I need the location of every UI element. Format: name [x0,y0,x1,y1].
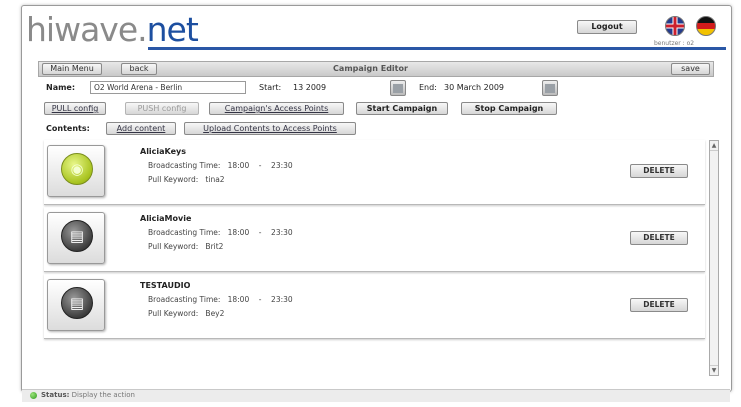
film-disc: ▤ [61,287,93,319]
pull-config-button[interactable]: PULL config [44,102,106,115]
delete-button[interactable]: DELETE [630,231,688,245]
logo-text-net: net [146,10,199,49]
time-from: 18:00 [227,228,250,237]
delete-button[interactable]: DELETE [630,164,688,178]
keyword-value: Bey2 [205,309,225,318]
end-value: 30 March 2009 [444,83,505,92]
film-icon: ▤ [69,294,85,312]
time-separator: - [258,228,262,237]
broadcast-time: Broadcasting Time: 18:00 - 23:30 [148,295,293,304]
scroll-down-icon[interactable]: ▼ [710,365,718,375]
delete-button[interactable]: DELETE [630,298,688,312]
german-flag-icon[interactable] [696,16,716,36]
start-label: Start: [259,83,282,92]
list-item: ▤ AliciaMovie Broadcasting Time: 18:00 -… [44,207,705,272]
upload-content-button[interactable]: Upload Contents to Access Points [184,122,356,135]
status-label: Status: [41,391,70,399]
content-title: AliciaMovie [140,214,192,223]
end-label: End: [419,83,437,92]
pull-keyword: Pull Keyword: Bey2 [148,309,224,318]
scroll-up-icon[interactable]: ▲ [710,141,718,151]
access-points-button[interactable]: Campaign's Access Points [209,102,344,115]
status-message: Display the action [71,391,135,399]
logo-text-hiwave: hiwave. [26,10,148,49]
content-thumbnail[interactable]: ▤ [47,279,105,331]
contents-label: Contents: [46,124,90,133]
time-from: 18:00 [227,295,250,304]
broadcast-label: Broadcasting Time: [148,161,221,170]
broadcast-label: Broadcasting Time: [148,295,221,304]
add-content-button[interactable]: Add content [106,122,176,135]
save-button[interactable]: save [671,63,710,75]
content-list: ◉ AliciaKeys Broadcasting Time: 18:00 - … [44,140,709,385]
broadcast-time: Broadcasting Time: 18:00 - 23:30 [148,161,293,170]
start-campaign-button[interactable]: Start Campaign [356,102,448,115]
keyword-label: Pull Keyword: [148,242,199,251]
content-thumbnail[interactable]: ▤ [47,212,105,264]
broadcast-label: Broadcasting Time: [148,228,221,237]
content-scrollbar[interactable]: ▲ ▼ [709,140,719,376]
start-value: 13 2009 [293,83,327,92]
status-bar: Status: Display the action [22,389,730,402]
uk-flag-icon[interactable] [665,16,685,36]
list-item: ◉ AliciaKeys Broadcasting Time: 18:00 - … [44,140,705,205]
film-disc: ▤ [61,220,93,252]
name-field[interactable]: O2 World Arena - Berlin [90,81,246,94]
keyword-label: Pull Keyword: [148,309,199,318]
camera-icon: ◉ [70,160,84,178]
time-from: 18:00 [227,161,250,170]
content-title: TESTAUDIO [140,281,191,290]
content-title: AliciaKeys [140,147,187,156]
keyword-label: Pull Keyword: [148,175,199,184]
pull-keyword: Pull Keyword: tina2 [148,175,225,184]
start-calendar-icon[interactable] [390,80,406,96]
content-thumbnail[interactable]: ◉ [47,145,105,197]
end-calendar-icon[interactable] [542,80,558,96]
hiwave-logo: hiwave.net [26,10,199,50]
status-indicator-icon [30,392,37,399]
page-title: Campaign Editor [333,64,408,73]
film-icon: ▤ [69,227,85,245]
header-divider [148,47,726,50]
time-to: 23:30 [271,295,293,304]
list-item: ▤ TESTAUDIO Broadcasting Time: 18:00 - 2… [44,274,705,339]
pull-keyword: Pull Keyword: Brit2 [148,242,223,251]
time-separator: - [258,161,262,170]
broadcast-time: Broadcasting Time: 18:00 - 23:30 [148,228,293,237]
time-to: 23:30 [271,228,293,237]
camera-disc: ◉ [61,153,93,185]
status-text: Status: Display the action [41,391,135,399]
time-separator: - [258,295,262,304]
keyword-value: tina2 [205,175,225,184]
back-button[interactable]: back [121,63,157,75]
time-to: 23:30 [271,161,293,170]
keyword-value: Brit2 [205,242,224,251]
logout-button[interactable]: Logout [577,20,637,34]
stop-campaign-button[interactable]: Stop Campaign [461,102,557,115]
user-label: benutzer : o2 [654,40,695,47]
main-menu-button[interactable]: Main Menu [42,63,102,75]
push-config-button[interactable]: PUSH config [125,102,199,115]
name-label: Name: [46,83,76,92]
